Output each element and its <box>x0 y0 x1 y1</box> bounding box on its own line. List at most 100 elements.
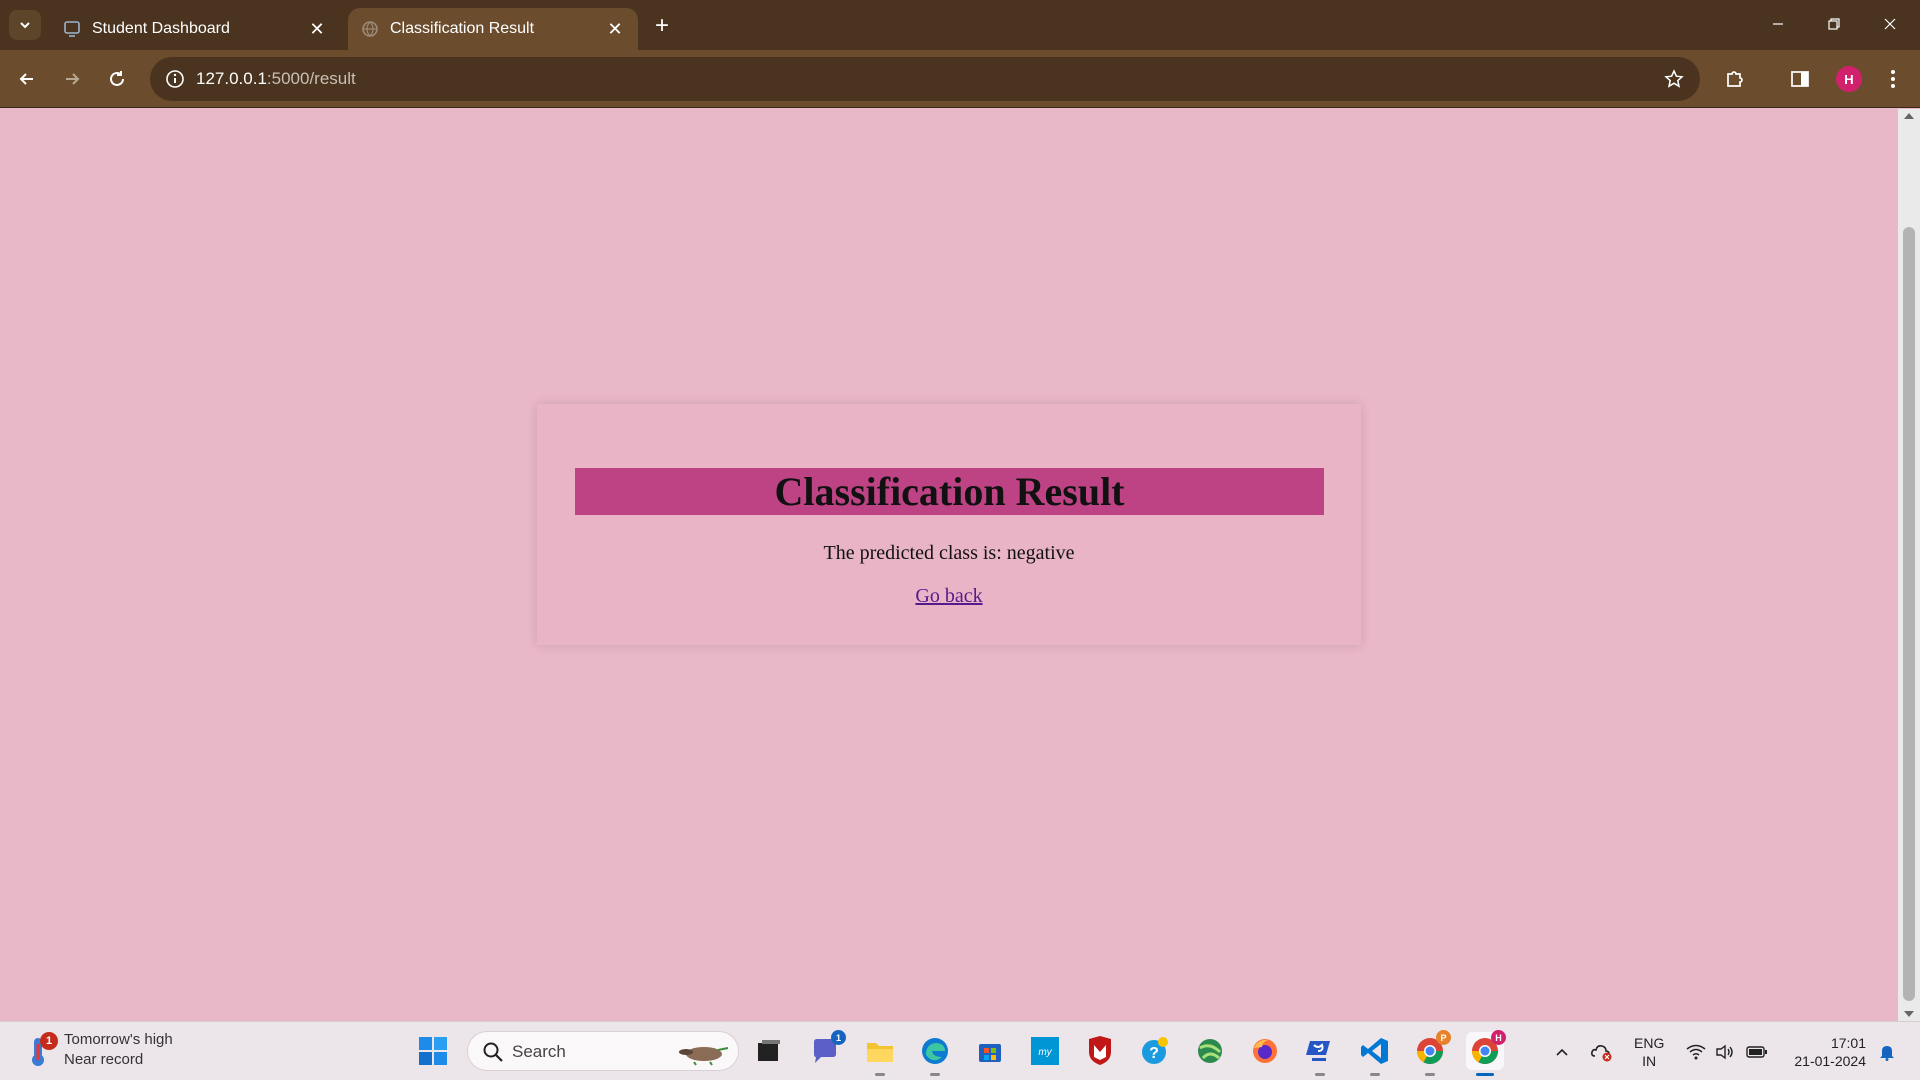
close-tab-icon[interactable]: ✕ <box>304 16 330 42</box>
monitor-icon <box>62 19 82 39</box>
taskbar-app-copilot[interactable] <box>1301 1032 1339 1076</box>
forward-button[interactable] <box>55 62 89 96</box>
task-view-icon <box>758 1040 780 1061</box>
new-tab-button[interactable]: + <box>648 12 676 40</box>
svg-text:my: my <box>1038 1047 1052 1058</box>
tab-title: Classification Result <box>390 20 535 37</box>
teams-badge: 1 <box>831 1030 846 1045</box>
notification-center[interactable] <box>1874 1022 1900 1080</box>
myhp-icon: my <box>1031 1037 1059 1065</box>
onedrive-status[interactable] <box>1588 1022 1616 1080</box>
tab-classification-result[interactable]: Classification Result ✕ <box>348 8 638 50</box>
taskbar-app-teams[interactable]: 1 <box>806 1030 846 1070</box>
minimize-button[interactable] <box>1750 0 1806 48</box>
taskbar-app-help[interactable]: ? <box>1136 1032 1174 1070</box>
taskbar-search[interactable]: Search <box>467 1031 739 1071</box>
tab-title: Student Dashboard <box>92 20 230 37</box>
platypus-illustration-icon <box>679 1047 729 1066</box>
chevron-up-icon <box>1556 1048 1568 1056</box>
taskbar-app-globe[interactable] <box>1191 1032 1229 1070</box>
predicted-class-text: The predicted class is: negative <box>823 542 1075 564</box>
taskbar-app-chrome-profile-h[interactable]: H <box>1466 1030 1506 1076</box>
side-panel-button[interactable] <box>1785 64 1815 94</box>
folder-icon <box>867 1043 893 1062</box>
taskbar-app-vscode[interactable] <box>1356 1032 1394 1076</box>
taskbar-app-myhp[interactable]: my <box>1026 1032 1064 1070</box>
arrow-left-icon <box>19 73 33 85</box>
speaker-icon <box>1716 1044 1733 1059</box>
tab-student-dashboard[interactable]: Student Dashboard ✕ <box>50 8 340 50</box>
minimize-icon <box>1773 23 1783 25</box>
go-back-link[interactable]: Go back <box>915 585 982 607</box>
close-tab-icon[interactable]: ✕ <box>602 16 628 42</box>
weather-widget[interactable]: 1 Tomorrow's high Near record <box>26 1030 173 1070</box>
restore-button[interactable] <box>1806 0 1862 48</box>
remote-desktop-icon <box>1306 1041 1330 1061</box>
help-icon: ? <box>1142 1037 1168 1064</box>
bookmark-star-icon[interactable] <box>1662 67 1686 91</box>
back-button[interactable] <box>10 62 44 96</box>
vscode-icon <box>1361 1038 1388 1064</box>
profile-avatar[interactable]: H <box>1836 66 1862 92</box>
start-button[interactable] <box>414 1032 452 1070</box>
go-back-container: Go back <box>537 585 1361 608</box>
url-path: :5000/result <box>266 69 356 88</box>
globe-app-icon <box>1198 1039 1222 1063</box>
language-code: ENG <box>1634 1035 1665 1051</box>
browser-menu-button[interactable] <box>1878 64 1908 94</box>
reload-button[interactable] <box>100 62 134 96</box>
running-indicator <box>1370 1073 1380 1076</box>
globe-icon <box>360 19 380 39</box>
side-panel-icon <box>1791 71 1809 87</box>
volume-status[interactable] <box>1712 1022 1738 1080</box>
battery-charging-icon <box>1746 1045 1767 1058</box>
address-bar[interactable]: 127.0.0.1:5000/result <box>150 57 1700 101</box>
vertical-scrollbar[interactable] <box>1898 109 1920 1021</box>
chevron-down-icon <box>20 22 30 29</box>
clock-date: 21-01-2024 <box>1794 1053 1866 1069</box>
taskbar-app-store[interactable] <box>971 1032 1009 1070</box>
weather-alert-badge: 1 <box>40 1032 58 1050</box>
tab-search-button[interactable] <box>9 10 41 40</box>
taskbar-app-task-view[interactable] <box>750 1032 788 1070</box>
system-clock[interactable]: 17:01 21-01-2024 <box>1786 1034 1866 1070</box>
browser-toolbar: 127.0.0.1:5000/result <box>0 50 1920 108</box>
close-icon <box>1884 18 1896 30</box>
extensions-button[interactable] <box>1720 64 1750 94</box>
taskbar-app-mcafee[interactable] <box>1081 1032 1119 1070</box>
scrollbar-thumb[interactable] <box>1903 227 1915 1001</box>
restore-icon <box>1828 18 1840 30</box>
site-info-icon[interactable] <box>162 66 188 92</box>
firefox-icon <box>1253 1039 1277 1063</box>
battery-status[interactable] <box>1743 1022 1771 1080</box>
store-icon <box>979 1044 1001 1062</box>
scroll-up-arrow-icon[interactable] <box>1904 113 1914 119</box>
taskbar: 1 Tomorrow's high Near record Search 1 m… <box>0 1021 1920 1080</box>
close-window-button[interactable] <box>1862 0 1918 48</box>
region-code: IN <box>1642 1053 1657 1069</box>
taskbar-app-file-explorer[interactable] <box>861 1032 899 1076</box>
scroll-down-arrow-icon[interactable] <box>1904 1011 1914 1017</box>
url-host: 127.0.0.1 <box>196 69 267 88</box>
weather-line-1: Tomorrow's high <box>64 1031 173 1048</box>
arrow-right-icon <box>66 73 80 85</box>
cloud-error-icon <box>1591 1044 1612 1061</box>
edge-browser-icon <box>922 1038 948 1064</box>
search-icon <box>483 1042 503 1062</box>
wifi-status[interactable] <box>1683 1022 1709 1080</box>
search-placeholder: Search <box>512 1042 566 1061</box>
svg-text:?: ? <box>1149 1045 1159 1062</box>
weather-line-2: Near record <box>64 1051 144 1068</box>
taskbar-app-edge[interactable] <box>916 1032 954 1076</box>
running-indicator <box>1476 1073 1494 1076</box>
wifi-icon <box>1686 1044 1706 1059</box>
windows-logo-icon <box>419 1037 447 1065</box>
taskbar-app-chrome-profile-p[interactable]: P <box>1411 1030 1451 1076</box>
input-language[interactable]: ENG IN <box>1634 1034 1664 1070</box>
bell-icon <box>1880 1045 1894 1061</box>
show-hidden-icons-button[interactable] <box>1548 1022 1576 1080</box>
more-vertical-icon <box>1891 70 1895 88</box>
url-text[interactable]: 127.0.0.1:5000/result <box>196 69 356 89</box>
page-title: Classification Result <box>575 468 1324 515</box>
taskbar-app-firefox[interactable] <box>1246 1032 1284 1070</box>
